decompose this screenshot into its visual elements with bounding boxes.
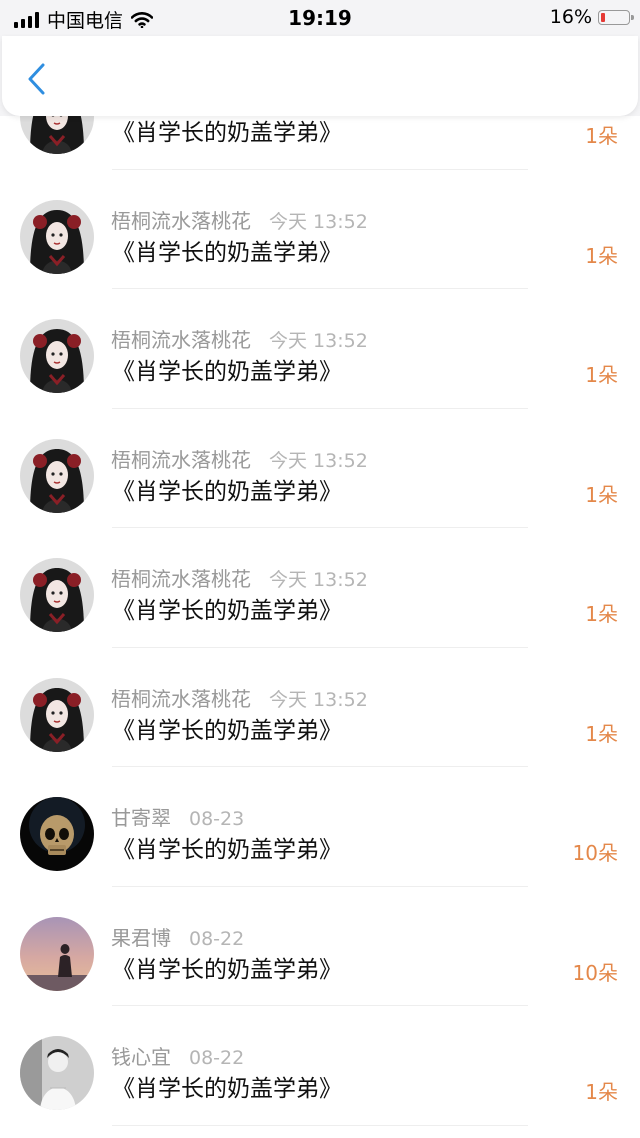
flower-count: 1朵 — [585, 482, 618, 507]
timestamp: 今天 13:52 — [269, 449, 368, 472]
divider — [112, 1124, 528, 1126]
avatar[interactable] — [20, 1036, 94, 1110]
flower-count: 10朵 — [572, 841, 618, 865]
flower-count: 1朵 — [585, 1080, 618, 1104]
item-meta: 果君博 08-22 — [111, 922, 244, 951]
gift-list[interactable]: 《肖学长的奶盖学弟》 1朵 梧桐流水落桃花 今天 13:52 《肖学长的奶盖学弟… — [0, 116, 640, 1138]
timestamp: 08-23 — [189, 808, 245, 830]
avatar[interactable] — [20, 199, 94, 274]
flower-count: 1朵 — [585, 124, 618, 148]
book-title: 《肖学长的奶盖学弟》 — [112, 598, 342, 624]
battery-area: 16% — [549, 6, 634, 28]
username: 果君博 — [111, 925, 171, 950]
book-title: 《肖学长的奶盖学弟》 — [112, 359, 342, 385]
list-item[interactable]: 钱心宜 08-22 《肖学长的奶盖学弟》 1朵 — [0, 1006, 640, 1126]
item-meta: 梧桐流水落桃花 今天 13:52 — [111, 205, 368, 234]
username: 梧桐流水落桃花 — [111, 686, 251, 711]
flower-count: 1朵 — [585, 363, 618, 387]
book-title: 《肖学长的奶盖学弟》 — [112, 1076, 342, 1102]
item-meta: 梧桐流水落桃花 今天 13:52 — [111, 563, 368, 592]
avatar[interactable] — [20, 558, 94, 632]
battery-icon — [598, 9, 634, 25]
flower-count: 1朵 — [585, 602, 618, 626]
list-item[interactable]: 果君博 08-22 《肖学长的奶盖学弟》 10朵 — [0, 887, 640, 1006]
book-title: 《肖学长的奶盖学弟》 — [112, 837, 342, 863]
username: 梧桐流水落桃花 — [111, 328, 251, 352]
book-title: 《肖学长的奶盖学弟》 — [112, 478, 342, 505]
username: 钱心宜 — [111, 1045, 171, 1069]
timestamp: 今天 13:52 — [269, 210, 368, 233]
book-title: 《肖学长的奶盖学弟》 — [112, 239, 342, 266]
username: 甘寄翠 — [111, 806, 171, 830]
book-title: 《肖学长的奶盖学弟》 — [112, 717, 342, 744]
list-item[interactable]: 梧桐流水落桃花 今天 13:52 《肖学长的奶盖学弟》 1朵 — [0, 409, 640, 528]
list-item[interactable]: 梧桐流水落桃花 今天 13:52 《肖学长的奶盖学弟》 1朵 — [0, 170, 640, 289]
username: 梧桐流水落桃花 — [111, 567, 251, 591]
list-item[interactable]: 梧桐流水落桃花 今天 13:52 《肖学长的奶盖学弟》 1朵 — [0, 648, 640, 767]
nav-bar — [2, 36, 638, 116]
item-meta: 梧桐流水落桃花 今天 13:52 — [111, 683, 368, 712]
avatar[interactable] — [20, 319, 94, 393]
list-item[interactable]: 梧桐流水落桃花 今天 13:52 《肖学长的奶盖学弟》 1朵 — [0, 289, 640, 409]
avatar[interactable] — [20, 438, 94, 513]
item-meta: 甘寄翠 08-23 — [111, 802, 244, 831]
flower-count: 10朵 — [572, 960, 618, 985]
flower-count: 1朵 — [585, 243, 618, 268]
timestamp: 今天 13:52 — [269, 688, 368, 711]
timestamp: 08-22 — [189, 1047, 245, 1069]
list-item[interactable]: 《肖学长的奶盖学弟》 1朵 — [0, 116, 640, 170]
item-meta: 梧桐流水落桃花 今天 13:52 — [111, 444, 368, 473]
avatar[interactable] — [20, 677, 94, 752]
list-item[interactable]: 甘寄翠 08-23 《肖学长的奶盖学弟》 10朵 — [0, 767, 640, 887]
battery-percent: 16% — [549, 6, 592, 28]
back-button[interactable] — [24, 62, 54, 96]
avatar[interactable] — [20, 797, 94, 871]
avatar[interactable] — [20, 916, 94, 991]
list-item[interactable]: 梧桐流水落桃花 今天 13:52 《肖学长的奶盖学弟》 1朵 — [0, 528, 640, 648]
timestamp: 今天 13:52 — [269, 569, 368, 591]
timestamp: 今天 13:52 — [269, 330, 368, 352]
username: 梧桐流水落桃花 — [111, 208, 251, 233]
username: 梧桐流水落桃花 — [111, 447, 251, 472]
status-bar: 中国电信 19:19 16% — [0, 0, 640, 36]
book-title: 《肖学长的奶盖学弟》 — [112, 956, 342, 983]
flower-count: 1朵 — [585, 721, 618, 746]
avatar[interactable] — [20, 116, 94, 154]
item-meta: 钱心宜 08-22 — [111, 1041, 244, 1070]
item-meta: 梧桐流水落桃花 今天 13:52 — [111, 324, 368, 353]
clock: 19:19 — [288, 6, 352, 30]
timestamp: 08-22 — [189, 927, 245, 950]
chevron-left-icon — [28, 63, 45, 95]
book-title: 《肖学长的奶盖学弟》 — [112, 120, 342, 146]
